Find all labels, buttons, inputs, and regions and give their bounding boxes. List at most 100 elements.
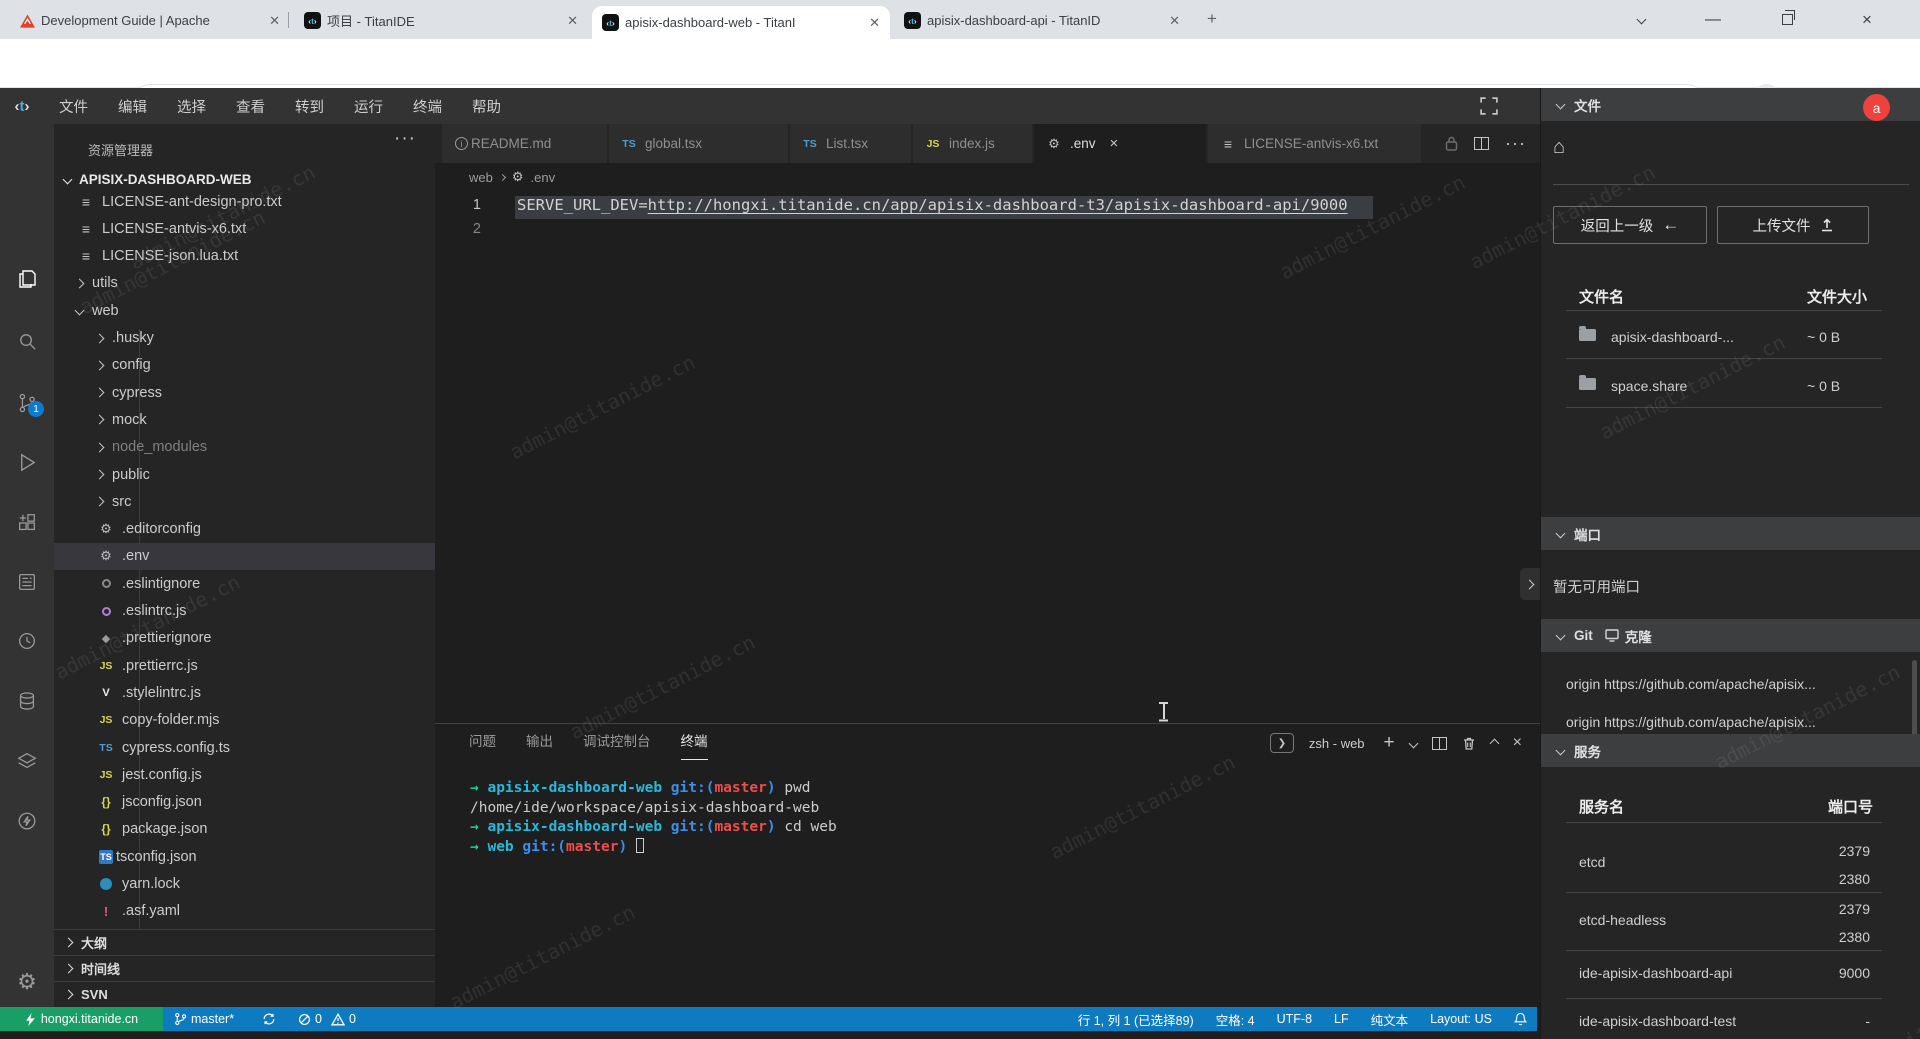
- upload-file-button[interactable]: 上传文件: [1717, 206, 1869, 244]
- bell-icon[interactable]: [1514, 1012, 1527, 1026]
- split-terminal-icon[interactable]: [1432, 737, 1447, 750]
- editor-tab-global.tsx[interactable]: TSglobal.tsx: [609, 124, 788, 163]
- maximize-icon[interactable]: [1782, 0, 1793, 39]
- close-tab-icon[interactable]: ✕: [267, 13, 282, 29]
- editor-more-actions-icon[interactable]: ···: [1505, 133, 1526, 154]
- tree-item-tsconfig.json[interactable]: TStsconfig.json: [54, 843, 435, 870]
- maximize-panel-icon[interactable]: [1489, 738, 1499, 748]
- editor-tab-README.md[interactable]: iREADME.md: [442, 124, 607, 163]
- close-tab-icon[interactable]: ×: [1110, 135, 1119, 152]
- explorer-icon[interactable]: [0, 259, 54, 299]
- browser-tab[interactable]: ‹t›项目 - TitanIDE✕: [294, 7, 588, 34]
- tree-item-.env[interactable]: ⚙.env: [54, 543, 435, 570]
- close-window-icon[interactable]: ×: [1862, 0, 1872, 39]
- tree-item-package.json[interactable]: {}package.json: [54, 816, 435, 843]
- remote-indicator[interactable]: hongxi.titanide.cn: [0, 1007, 163, 1031]
- fullscreen-icon[interactable]: [1480, 97, 1498, 115]
- sidebar-section-大纲[interactable]: 大纲: [54, 929, 435, 955]
- source-control-icon[interactable]: [0, 383, 54, 423]
- menu-item[interactable]: 转到: [280, 96, 339, 117]
- breadcrumb[interactable]: web ⚙.env: [469, 163, 555, 191]
- browser-tab[interactable]: ‹t›apisix-dashboard-api - TitanID✕: [894, 7, 1190, 34]
- menu-item[interactable]: 编辑: [103, 96, 162, 117]
- tree-item-.prettierrc.js[interactable]: JS.prettierrc.js: [54, 652, 435, 679]
- database-icon[interactable]: [0, 681, 54, 721]
- terminal-dropdown-icon[interactable]: [1408, 738, 1418, 748]
- panel-tab-输出[interactable]: 输出: [526, 730, 553, 760]
- tree-item-node_modules[interactable]: node_modules: [54, 434, 435, 461]
- search-icon[interactable]: [0, 321, 54, 361]
- explorer-more-icon[interactable]: ···: [394, 128, 416, 150]
- right-panel-expander[interactable]: [1520, 568, 1540, 600]
- tree-item-cypress[interactable]: cypress: [54, 379, 435, 406]
- editor-tab-index.js[interactable]: JSindex.js: [913, 124, 1032, 163]
- status-item[interactable]: Layout: US: [1430, 1012, 1492, 1026]
- tree-item-LICENSE-antvis-x6.txt[interactable]: ≡LICENSE-antvis-x6.txt: [54, 215, 435, 242]
- terminal-shell-label[interactable]: zsh - web: [1309, 736, 1365, 751]
- tree-item-.eslintrc.js[interactable]: .eslintrc.js: [54, 598, 435, 625]
- kill-terminal-icon[interactable]: [1462, 736, 1476, 751]
- new-tab-button[interactable]: +: [1200, 9, 1224, 31]
- sidebar-section-SVN[interactable]: SVN: [54, 981, 435, 1007]
- explorer-root-folder[interactable]: APISIX-DASHBOARD-WEB: [54, 166, 435, 193]
- minimize-icon[interactable]: —: [1705, 0, 1721, 39]
- status-item[interactable]: 空格: 4: [1216, 1010, 1255, 1029]
- tree-item-web[interactable]: web: [54, 297, 435, 324]
- problems-indicator[interactable]: 0 0: [298, 1007, 356, 1031]
- section-header-git[interactable]: Git 克隆: [1541, 619, 1920, 652]
- tree-item-jsconfig.json[interactable]: {}jsconfig.json: [54, 789, 435, 816]
- menu-item[interactable]: 查看: [221, 96, 280, 117]
- home-icon[interactable]: ⌂: [1553, 136, 1565, 159]
- code-link[interactable]: http://hongxi.titanide.cn/app/apisix-das…: [648, 196, 1348, 214]
- tab-search-icon[interactable]: [1638, 0, 1645, 39]
- close-tab-icon[interactable]: ✕: [1167, 13, 1182, 29]
- tree-item-src[interactable]: src: [54, 488, 435, 515]
- git-remote[interactable]: origin https://github.com/apache/apisix.…: [1566, 714, 1882, 730]
- tree-item-.editorconfig[interactable]: ⚙.editorconfig: [54, 516, 435, 543]
- split-editor-icon[interactable]: [1474, 137, 1489, 150]
- section-header-services[interactable]: 服务: [1541, 734, 1920, 767]
- menu-item[interactable]: 终端: [398, 96, 457, 117]
- tree-item-config[interactable]: config: [54, 352, 435, 379]
- tree-item-utils[interactable]: utils: [54, 270, 435, 297]
- browser-tab[interactable]: Development Guide | Apache✕: [10, 7, 290, 34]
- editor-tab-LICENSE-antvis-x6.txt[interactable]: ≡LICENSE-antvis-x6.txt: [1208, 124, 1421, 163]
- status-item[interactable]: LF: [1334, 1012, 1349, 1026]
- git-remote[interactable]: origin https://github.com/apache/apisix.…: [1566, 676, 1882, 694]
- menu-item[interactable]: 帮助: [457, 96, 516, 117]
- close-tab-icon[interactable]: ✕: [867, 15, 882, 31]
- menu-item[interactable]: 运行: [339, 96, 398, 117]
- run-debug-icon[interactable]: [0, 442, 54, 482]
- tree-item-.asf.yaml[interactable]: !.asf.yaml: [54, 898, 435, 925]
- tree-item-cypress.config.ts[interactable]: TScypress.config.ts: [54, 734, 435, 761]
- lock-group-icon[interactable]: [1445, 136, 1458, 151]
- tree-item-.husky[interactable]: .husky: [54, 325, 435, 352]
- code-area[interactable]: 1 2 SERVE_URL_DEV=http://hongxi.titanide…: [435, 194, 1540, 723]
- close-tab-icon[interactable]: ✕: [565, 13, 580, 29]
- extensions-icon[interactable]: [0, 503, 54, 543]
- status-item[interactable]: 纯文本: [1371, 1010, 1409, 1029]
- tree-item-copy-folder.mjs[interactable]: JScopy-folder.mjs: [54, 707, 435, 734]
- user-avatar[interactable]: a: [1863, 94, 1890, 121]
- section-header-ports[interactable]: 端口: [1541, 517, 1920, 550]
- git-branch-indicator[interactable]: master*: [174, 1007, 234, 1031]
- terminal-output[interactable]: → apisix-dashboard-web git:(master) pwd/…: [470, 779, 837, 857]
- editor-tab-.env[interactable]: ⚙.env×: [1034, 124, 1206, 163]
- new-terminal-icon[interactable]: +: [1384, 732, 1395, 754]
- editor-tab-List.tsx[interactable]: TSList.tsx: [790, 124, 911, 163]
- tree-item-public[interactable]: public: [54, 461, 435, 488]
- layers-icon[interactable]: [0, 741, 54, 781]
- history-clock-icon[interactable]: [0, 621, 54, 661]
- menu-item[interactable]: 文件: [44, 96, 103, 117]
- tree-item-.prettierignore[interactable]: ◆.prettierignore: [54, 625, 435, 652]
- right-panel-scrollbar[interactable]: [1912, 660, 1917, 745]
- panel-tab-调试控制台[interactable]: 调试控制台: [583, 730, 651, 760]
- tree-item-mock[interactable]: mock: [54, 406, 435, 433]
- tree-item-LICENSE-json.lua.txt[interactable]: ≡LICENSE-json.lua.txt: [54, 243, 435, 270]
- panel-tab-终端[interactable]: 终端: [681, 730, 708, 760]
- tree-item-yarn.lock[interactable]: yarn.lock: [54, 871, 435, 898]
- sync-icon[interactable]: [262, 1007, 276, 1031]
- menu-item[interactable]: 选择: [162, 96, 221, 117]
- status-item[interactable]: 行 1, 列 1 (已选择89): [1078, 1010, 1194, 1029]
- close-panel-icon[interactable]: ×: [1513, 734, 1522, 752]
